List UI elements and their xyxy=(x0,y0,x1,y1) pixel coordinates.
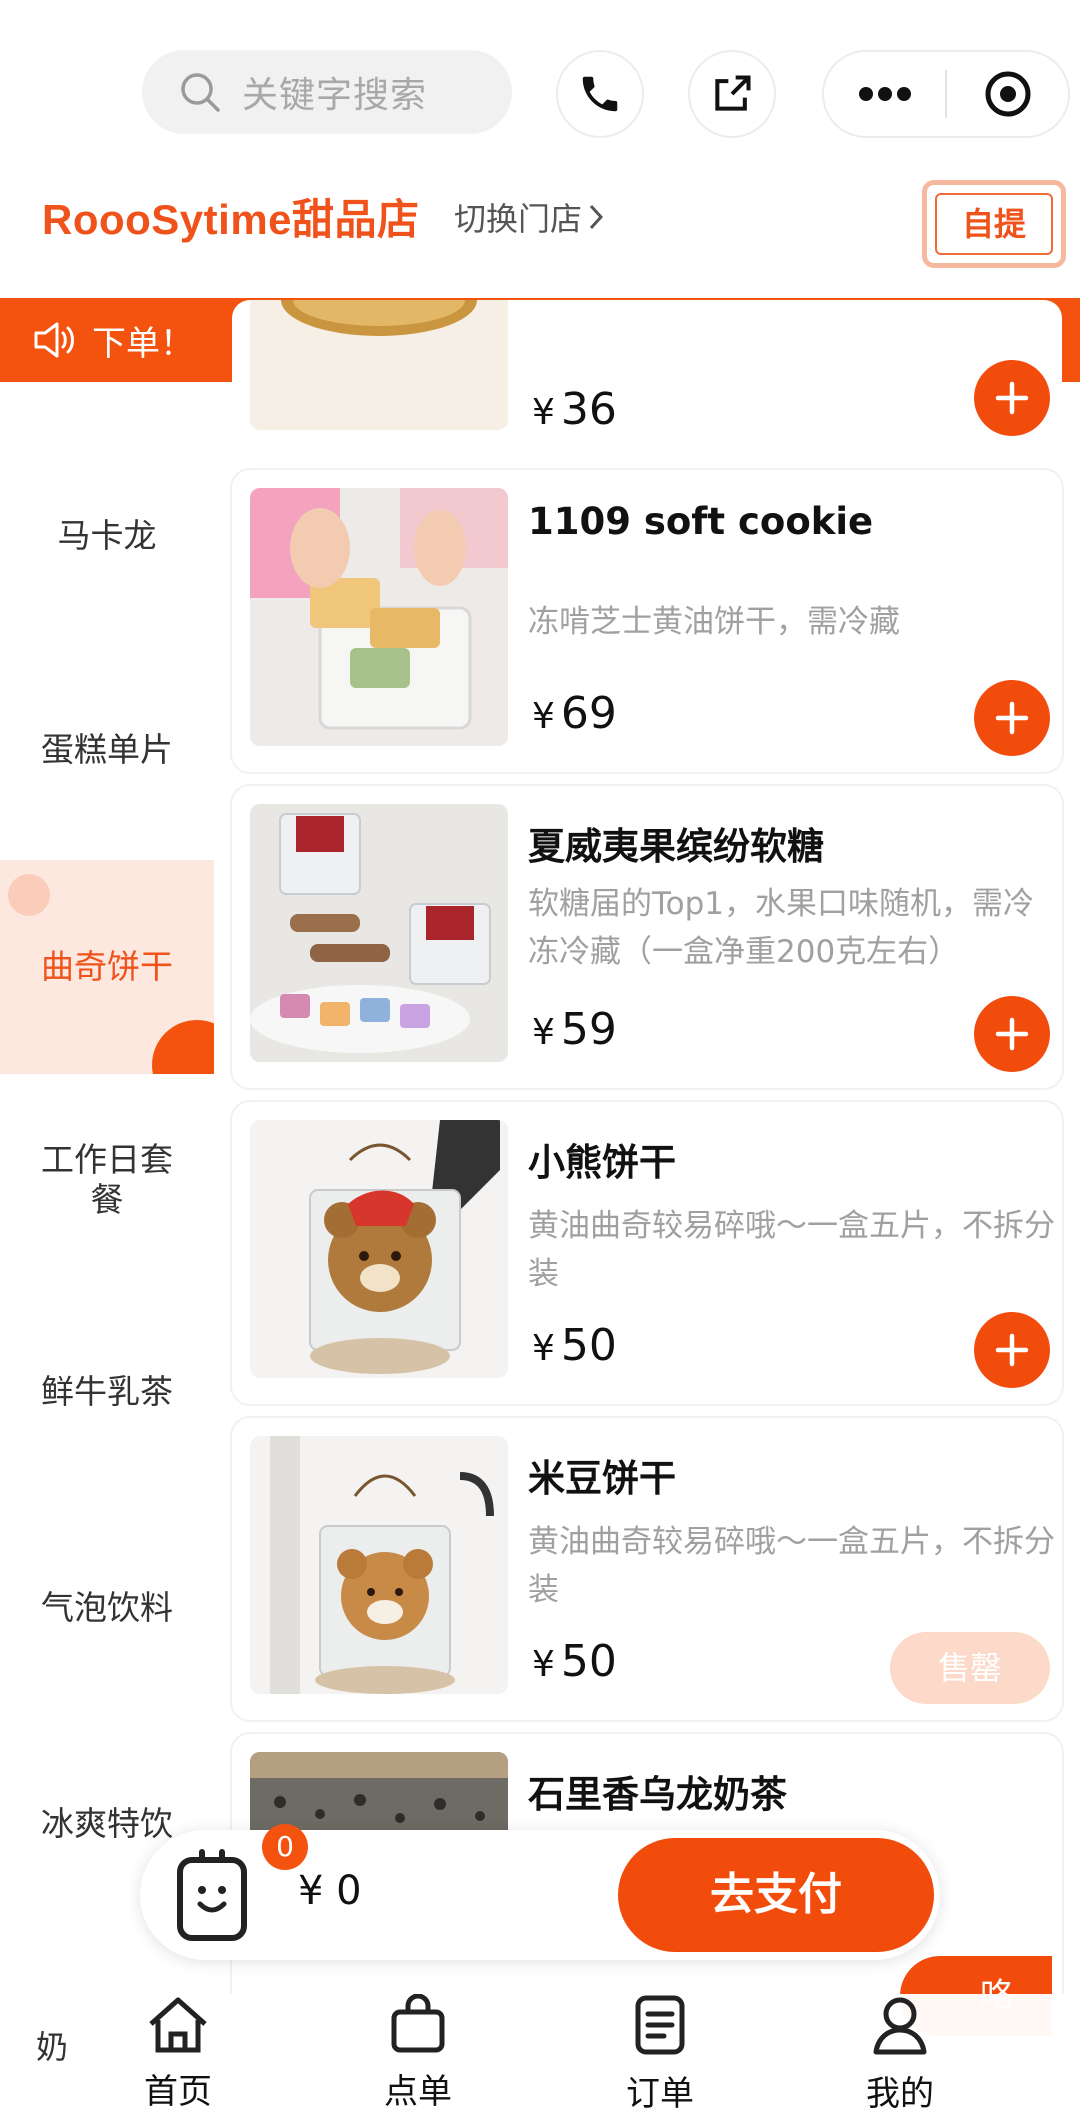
product-price: ¥59 xyxy=(532,1004,617,1055)
sold-out-badge: 售罄 xyxy=(890,1632,1050,1704)
cart-bag-icon[interactable] xyxy=(162,1846,262,1946)
product-name: 米豆饼干 xyxy=(528,1457,676,1500)
switch-store-link[interactable]: 切换门店 xyxy=(454,194,604,240)
tab-home[interactable]: 首页 xyxy=(108,1994,248,2111)
bottom-tab-bar: 首页 点单 订单 我的 xyxy=(0,1993,1080,2111)
category-item[interactable]: 蛋糕单片 xyxy=(0,730,214,770)
target-circle-icon xyxy=(985,71,1030,117)
plus-icon xyxy=(995,701,1029,735)
product-description: 黄油曲奇较易碎哦～一盒五片，不拆分装 xyxy=(528,1524,1055,1608)
decor-dot xyxy=(8,874,50,916)
product-image xyxy=(250,300,508,430)
product-price: ¥50 xyxy=(532,1636,617,1687)
more-dots-icon xyxy=(858,87,911,101)
speaker-icon xyxy=(34,322,74,358)
product-price: ¥36 xyxy=(532,384,617,435)
bag-icon xyxy=(391,1993,445,2053)
user-icon xyxy=(873,1997,927,2055)
plus-icon xyxy=(995,1017,1029,1051)
product-image xyxy=(250,1436,508,1694)
checkout-button[interactable]: 去支付 xyxy=(618,1838,934,1952)
category-item[interactable]: 工作日套餐 xyxy=(0,1140,214,1220)
category-item[interactable]: 气泡饮料 xyxy=(0,1588,214,1628)
add-to-cart-button[interactable] xyxy=(974,1312,1050,1388)
product-price: ¥50 xyxy=(532,1320,617,1371)
cart-bar: 0 ¥ 0 去支付 xyxy=(140,1824,940,1960)
product-card[interactable]: 小熊饼干 黄油曲奇较易碎哦～一盒五片，不拆分装 ¥50 xyxy=(232,1102,1062,1404)
chevron-right-icon xyxy=(589,204,604,230)
product-card[interactable]: ¥36 xyxy=(232,300,1062,450)
phone-icon xyxy=(582,76,618,112)
product-card[interactable]: 夏威夷果缤纷软糖 软糖届的Top1，水果口味随机，需冷冻冷藏（一盒净重200克左… xyxy=(232,786,1062,1088)
product-image xyxy=(250,488,508,746)
switch-store-label: 切换门店 xyxy=(454,200,583,238)
order-list-icon xyxy=(635,1995,685,2055)
category-item-partial[interactable]: 奶 xyxy=(36,2022,68,2068)
product-description: 冻啃芝士黄油饼干，需冷藏 xyxy=(528,604,900,640)
plus-icon xyxy=(995,381,1029,415)
add-to-cart-button[interactable] xyxy=(974,996,1050,1072)
search-icon xyxy=(181,73,220,112)
tab-orders[interactable]: 订单 xyxy=(590,1994,730,2111)
decor-dot xyxy=(152,1020,214,1074)
add-to-cart-button[interactable] xyxy=(974,680,1050,756)
pickup-toggle[interactable]: 自提 xyxy=(922,180,1066,268)
product-name: 石里香乌龙奶茶 xyxy=(528,1773,787,1816)
pickup-label: 自提 xyxy=(935,193,1053,255)
product-card[interactable]: 1109 soft cookie 冻啃芝士黄油饼干，需冷藏 ¥69 xyxy=(232,470,1062,772)
home-icon xyxy=(149,1997,207,2053)
cart-total: ¥ 0 xyxy=(298,1868,362,1914)
product-price: ¥69 xyxy=(532,688,617,739)
share-icon xyxy=(715,75,751,111)
tab-profile[interactable]: 我的 xyxy=(830,1994,970,2111)
product-name: 夏威夷果缤纷软糖 xyxy=(528,825,824,868)
tab-order-menu[interactable]: 点单 xyxy=(348,1993,488,2111)
product-description: 黄油曲奇较易碎哦～一盒五片，不拆分装 xyxy=(528,1208,1055,1292)
share-button[interactable] xyxy=(688,50,776,138)
search-bar[interactable]: 关键字搜索 xyxy=(142,50,512,134)
category-item[interactable]: 马卡龙 xyxy=(0,516,214,556)
product-image xyxy=(250,804,508,1062)
product-image xyxy=(250,1120,508,1378)
more-button[interactable] xyxy=(824,52,945,136)
product-card[interactable]: 米豆饼干 黄油曲奇较易碎哦～一盒五片，不拆分装 ¥50 售罄 xyxy=(232,1418,1062,1720)
shop-name: RoooSytime甜品店 xyxy=(42,196,420,243)
search-placeholder: 关键字搜索 xyxy=(242,75,428,116)
plus-icon xyxy=(995,1333,1029,1367)
close-mini-program-button[interactable] xyxy=(947,52,1068,136)
category-item[interactable]: 鲜牛乳茶 xyxy=(0,1372,214,1412)
category-item-active[interactable]: 曲奇饼干 xyxy=(0,860,214,1074)
phone-button[interactable] xyxy=(556,50,644,138)
mini-program-capsule xyxy=(822,50,1070,138)
product-description: 软糖届的Top1，水果口味随机，需冷冻冷藏（一盒净重200克左右） xyxy=(528,886,1035,970)
add-to-cart-button[interactable] xyxy=(974,360,1050,436)
notice-text: 下单！ xyxy=(92,323,194,364)
product-name: 小熊饼干 xyxy=(528,1141,676,1184)
cart-count-badge: 0 xyxy=(262,1824,308,1870)
product-name: 1109 soft cookie xyxy=(528,500,874,543)
